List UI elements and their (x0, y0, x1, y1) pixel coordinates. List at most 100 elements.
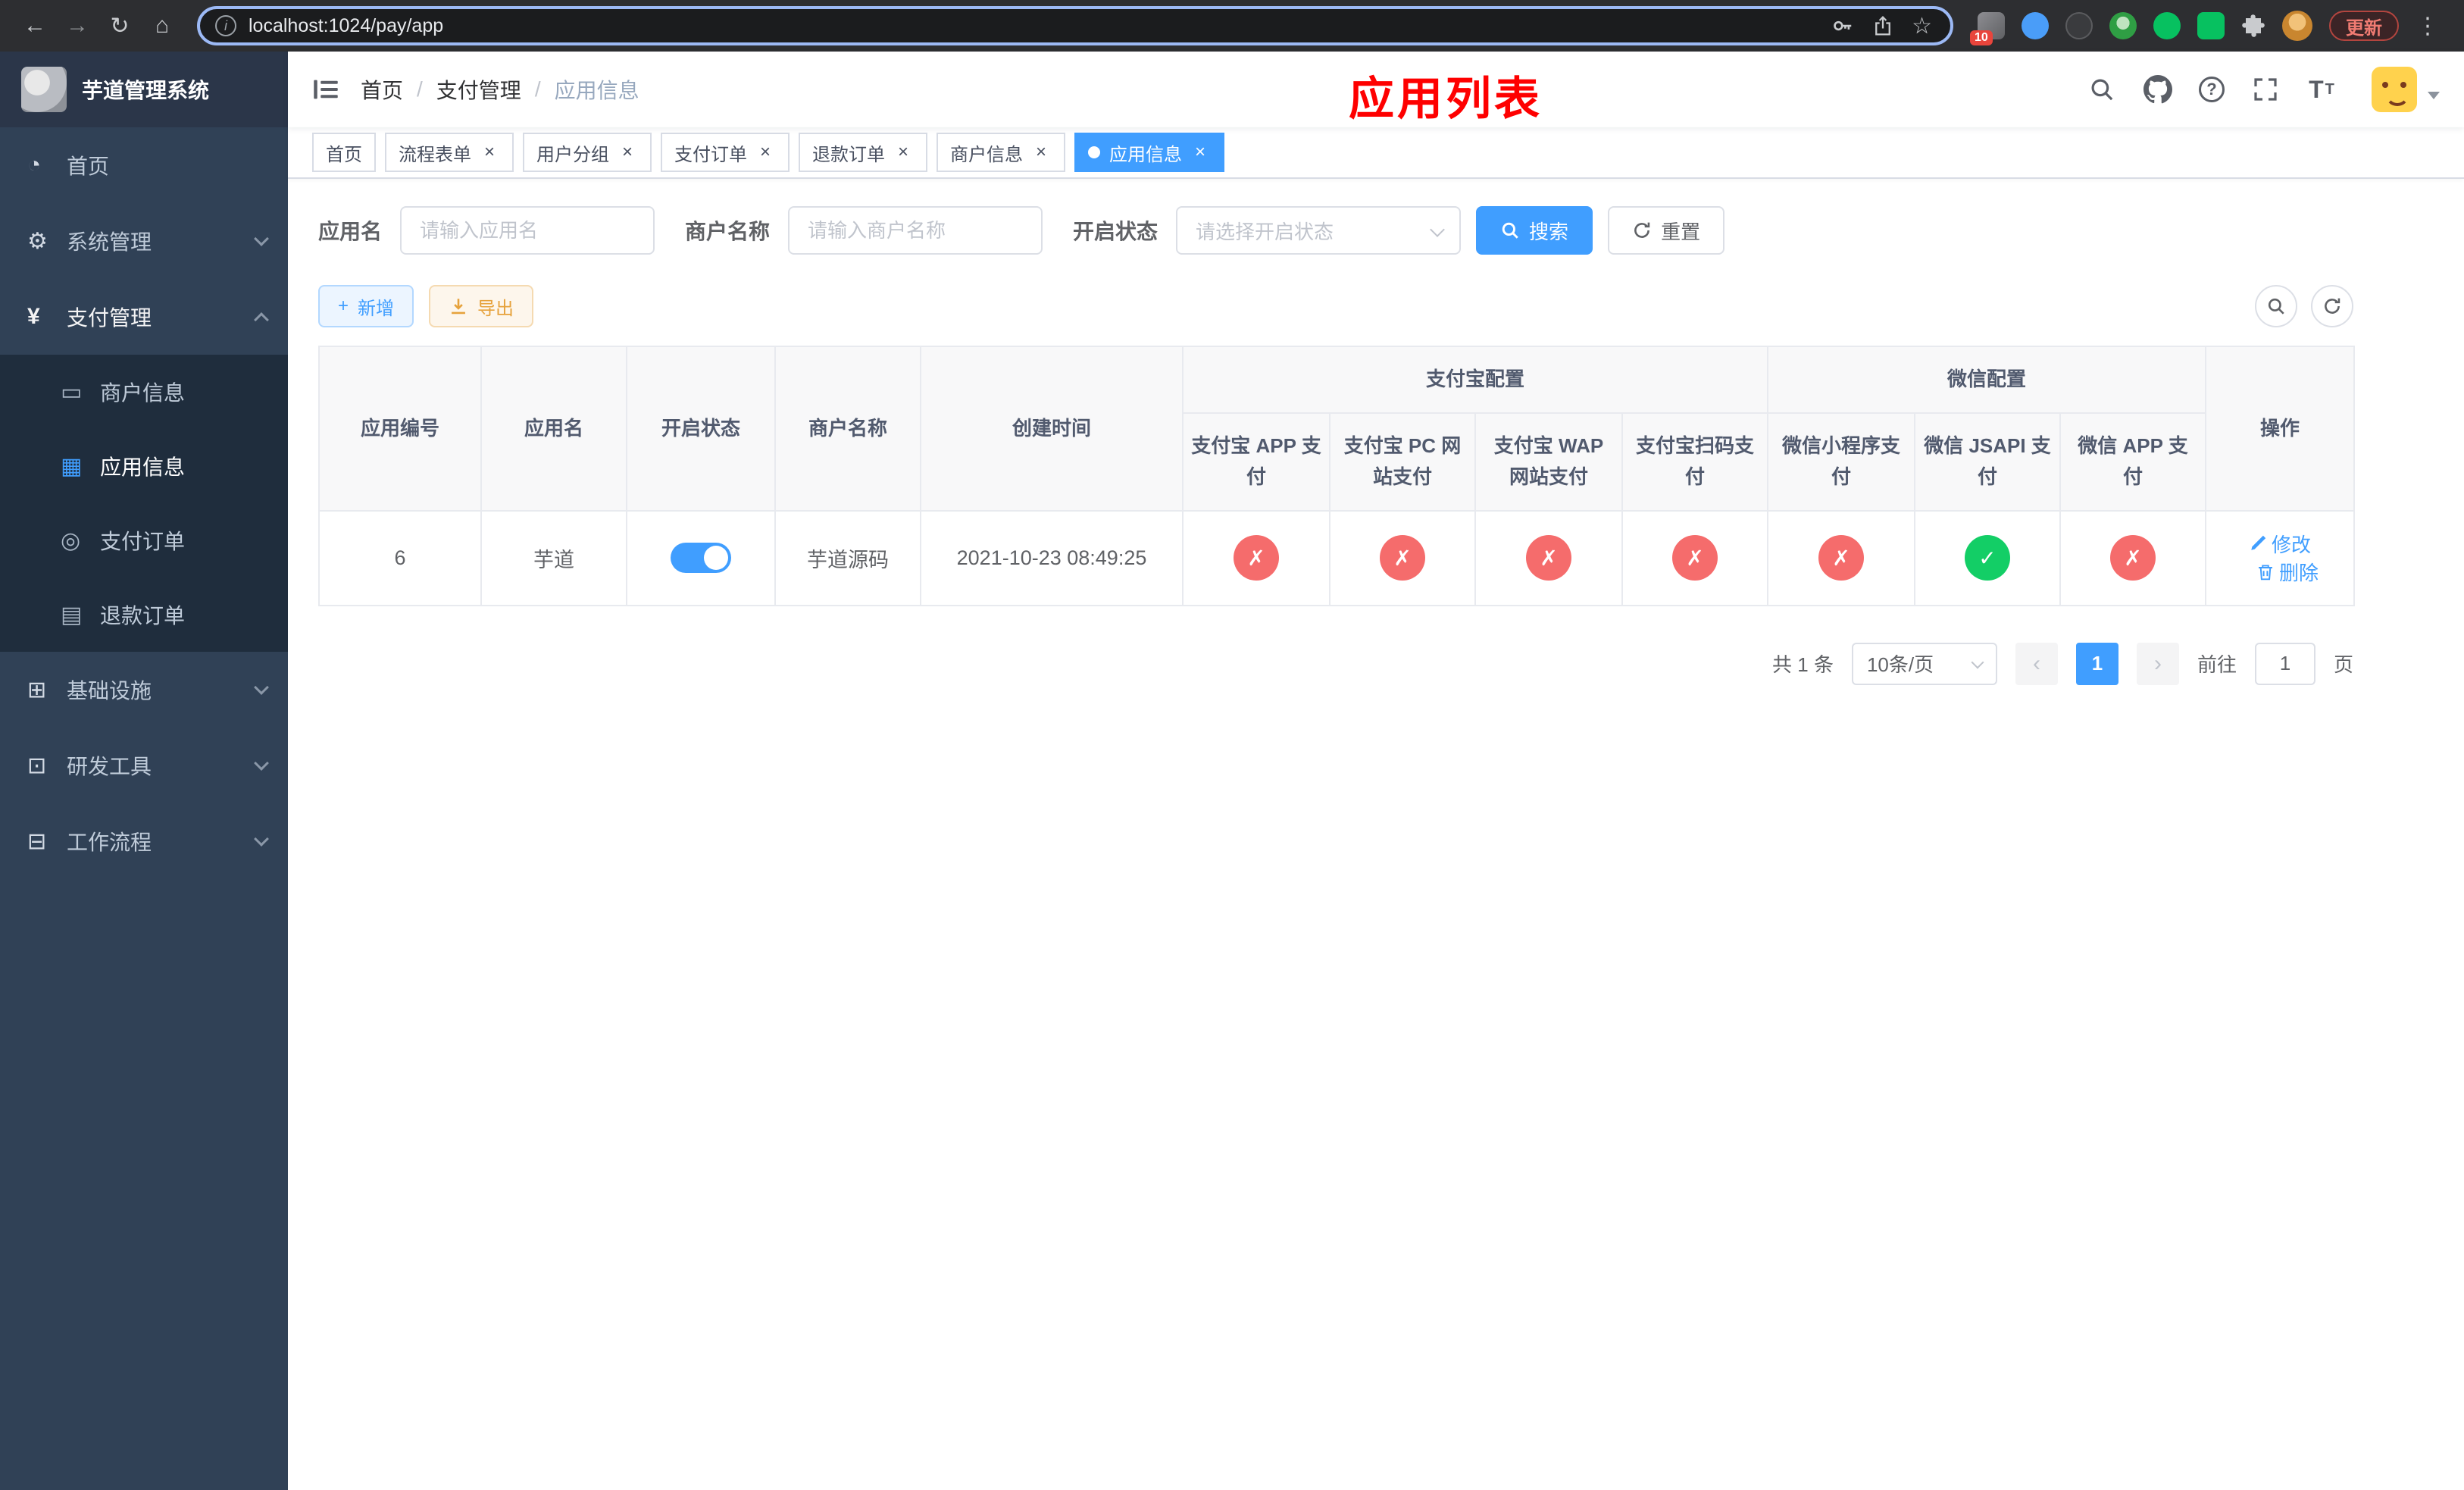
merchant-name-label: 商户名称 (685, 220, 771, 243)
infrastructure-icon (27, 677, 67, 703)
extension-icon-dark[interactable] (2065, 12, 2093, 39)
close-icon[interactable] (1190, 142, 1211, 163)
search-button-label: 搜索 (1529, 220, 1569, 243)
edit-link-label: 修改 (2272, 533, 2312, 556)
sidebar-item-app-info[interactable]: 应用信息 (0, 429, 288, 503)
tab-pay-orders[interactable]: 支付订单 (661, 133, 790, 172)
edit-link[interactable]: 修改 (2249, 530, 2311, 558)
sidebar-item-infrastructure[interactable]: 基础设施 (0, 652, 288, 728)
show-search-toggle-button[interactable] (2255, 285, 2297, 327)
col-header-wx-jsapi: 微信 JSAPI 支付 (1914, 412, 2062, 512)
extension-icon-blue[interactable] (2022, 12, 2049, 39)
sidebar-item-payment[interactable]: 支付管理 (0, 279, 288, 355)
tab-app-info[interactable]: 应用信息 (1074, 133, 1224, 172)
extension-icon-avatar[interactable] (2109, 12, 2137, 39)
bookmark-star-icon[interactable] (1912, 13, 1932, 39)
github-icon[interactable] (2143, 74, 2173, 105)
dashboard-icon (27, 152, 67, 178)
extension-icon-1[interactable]: 10 (1970, 12, 2005, 45)
tab-label: 支付订单 (674, 144, 747, 165)
sidebar-submenu-payment: 商户信息 应用信息 支付订单 退款订单 (0, 355, 288, 652)
cross-circle-icon (1234, 535, 1279, 581)
sidebar-item-home[interactable]: 首页 (0, 127, 288, 203)
reset-button[interactable]: 重置 (1608, 206, 1725, 255)
browser-reload-button[interactable] (100, 6, 139, 45)
browser-menu-icon[interactable] (2416, 13, 2440, 39)
tab-merchant-info[interactable]: 商户信息 (937, 133, 1065, 172)
fullscreen-icon[interactable] (2250, 74, 2281, 105)
extensions-puzzle-icon[interactable] (2241, 14, 2265, 38)
close-icon[interactable] (893, 142, 914, 163)
site-info-icon[interactable] (215, 15, 236, 36)
close-icon[interactable] (617, 142, 638, 163)
page-size-select[interactable]: 10条/页 (1851, 642, 1997, 685)
prev-page-button[interactable] (2015, 642, 2058, 685)
page-unit-label: 页 (2333, 653, 2353, 677)
chevron-down-icon (254, 756, 269, 771)
col-header-created: 创建时间 (920, 345, 1184, 512)
docs-icon[interactable] (2199, 77, 2225, 102)
search-button[interactable]: 搜索 (1476, 206, 1593, 255)
app-table: 应用编号 应用名 开启状态 商户名称 创建时间 支付宝配置 微信配置 操作 支付… (318, 345, 2356, 606)
browser-forward-button[interactable] (58, 6, 97, 45)
sidebar: 芋道管理系统 首页 系统管理 支付管理 商户信息 应用信息 (0, 52, 288, 1490)
goto-page-input[interactable] (2254, 642, 2315, 685)
refund-icon (61, 602, 100, 628)
next-page-button[interactable] (2136, 642, 2179, 685)
tab-home[interactable]: 首页 (312, 133, 376, 172)
extension-icon-chat[interactable] (2197, 12, 2225, 39)
sidebar-item-label: 研发工具 (67, 755, 152, 778)
refresh-button[interactable] (2311, 285, 2353, 327)
cross-circle-icon (1380, 535, 1425, 581)
close-icon[interactable] (1030, 142, 1052, 163)
breadcrumb-separator (535, 77, 541, 102)
browser-profile-avatar[interactable] (2282, 11, 2312, 41)
sidebar-item-system[interactable]: 系统管理 (0, 203, 288, 279)
grid-icon (61, 453, 100, 480)
col-group-alipay: 支付宝配置 (1181, 346, 1769, 414)
close-icon[interactable] (755, 142, 776, 163)
browser-toolbar: localhost:1024/pay/app 10 更新 (0, 0, 2464, 52)
font-size-icon[interactable] (2306, 74, 2337, 105)
sidebar-item-label: 支付订单 (100, 530, 186, 553)
export-button[interactable]: 导出 (429, 285, 534, 327)
share-icon[interactable] (1872, 15, 1893, 36)
password-key-icon[interactable] (1831, 14, 1854, 37)
add-button[interactable]: 新增 (318, 285, 414, 327)
table-row: 6 芋道 芋道源码 2021-10-23 08:49:25 ✗ ✗ ✗ ✗ ✗ … (318, 509, 2356, 606)
cell-wx-app (2059, 509, 2207, 606)
cross-circle-icon (1526, 535, 1571, 581)
browser-back-button[interactable] (15, 6, 55, 45)
chrome-update-button[interactable]: 更新 (2329, 11, 2399, 41)
sidebar-item-pay-orders[interactable]: 支付订单 (0, 503, 288, 578)
browser-home-button[interactable] (142, 6, 182, 45)
chevron-down-icon (254, 680, 269, 695)
cell-app-id: 6 (318, 509, 482, 606)
tab-user-group[interactable]: 用户分组 (523, 133, 652, 172)
sidebar-item-devtools[interactable]: 研发工具 (0, 728, 288, 803)
address-bar[interactable]: localhost:1024/pay/app (197, 6, 1953, 45)
breadcrumb-payment[interactable]: 支付管理 (436, 74, 521, 105)
sidebar-item-workflow[interactable]: 工作流程 (0, 803, 288, 879)
col-header-wx-app: 微信 APP 支付 (2059, 412, 2207, 512)
delete-link[interactable]: 删除 (2256, 558, 2319, 586)
tab-process-form[interactable]: 流程表单 (385, 133, 514, 172)
devtools-icon (27, 753, 67, 779)
status-select[interactable]: 请选择开启状态 (1176, 206, 1462, 255)
close-icon[interactable] (479, 142, 500, 163)
tab-refund-orders[interactable]: 退款订单 (799, 133, 927, 172)
sidebar-item-merchant-info[interactable]: 商户信息 (0, 355, 288, 429)
hamburger-icon[interactable] (312, 76, 339, 103)
breadcrumb-home[interactable]: 首页 (361, 74, 403, 105)
merchant-name-input[interactable] (788, 206, 1043, 255)
avatar[interactable] (2372, 67, 2417, 112)
status-toggle[interactable] (671, 543, 731, 574)
app-navbar: 首页 支付管理 应用信息 应用列表 (288, 52, 2464, 127)
page-number-button[interactable]: 1 (2075, 642, 2118, 685)
search-icon[interactable] (2087, 74, 2117, 105)
sidebar-item-refund-orders[interactable]: 退款订单 (0, 578, 288, 652)
user-menu[interactable] (2372, 67, 2440, 112)
app-name-input[interactable] (400, 206, 655, 255)
extension-icon-wechat[interactable] (2153, 12, 2181, 39)
sidebar-logo[interactable]: 芋道管理系统 (0, 52, 288, 127)
